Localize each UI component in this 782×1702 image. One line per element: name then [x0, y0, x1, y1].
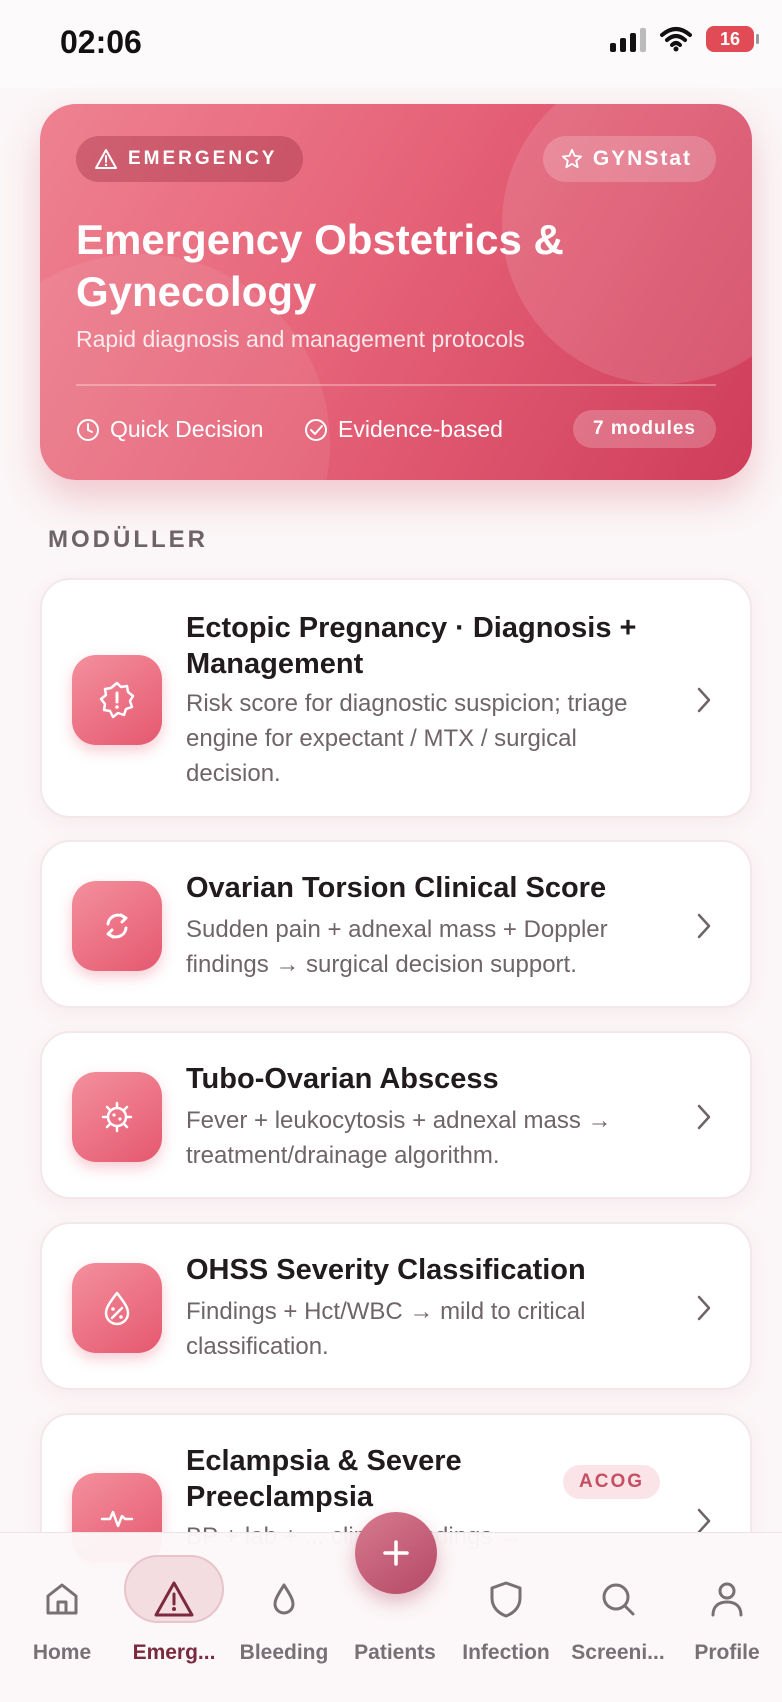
chevron-right-icon	[697, 687, 711, 713]
brand-badge[interactable]: GYNStat	[542, 136, 716, 182]
status-icons: 16	[610, 26, 759, 52]
module-card-ohss-severity[interactable]: OHSS Severity Classification Findings + …	[40, 1222, 752, 1390]
chevron-right-icon	[697, 1295, 711, 1321]
tab-label: Emerg...	[132, 1641, 216, 1664]
brand-label: GYNStat	[592, 147, 692, 170]
feature-evidence-based: Evidence-based	[304, 416, 503, 443]
modules-count-badge: 7 modules	[573, 410, 716, 448]
tab-profile[interactable]: Profile	[672, 1533, 782, 1683]
person-icon	[707, 1573, 747, 1625]
module-description: Risk score for diagnostic suspicion; tri…	[186, 690, 628, 787]
tab-screening[interactable]: Screeni...	[562, 1533, 674, 1683]
search-icon	[598, 1573, 638, 1625]
plus-icon	[383, 1540, 409, 1566]
chevron-right-icon	[697, 913, 711, 939]
feature-label: Quick Decision	[110, 416, 264, 442]
rotate-arrows-icon	[72, 881, 162, 971]
emergency-badge-label: EMERGENCY	[128, 148, 278, 169]
signal-icon	[610, 26, 646, 52]
warning-icon	[95, 149, 117, 169]
wifi-icon	[660, 27, 692, 52]
check-circle-icon	[305, 418, 327, 441]
tab-home[interactable]: Home	[6, 1533, 118, 1683]
alert-badge-icon	[72, 655, 162, 745]
module-title: Ovarian Torsion Clinical Score	[186, 872, 607, 904]
add-patient-button[interactable]	[355, 1512, 437, 1594]
page-title: Emergency Obstetrics & Gynecology	[76, 216, 564, 315]
section-label: MODÜLLER	[48, 526, 208, 553]
tab-label: Infection	[462, 1641, 550, 1664]
droplet-percent-icon	[72, 1263, 162, 1353]
module-description: Fever + leukocytosis + adnexal mass → tr…	[186, 1107, 612, 1169]
droplet-icon	[270, 1573, 298, 1625]
tab-label: Bleeding	[239, 1641, 329, 1664]
module-card-ovarian-torsion[interactable]: Ovarian Torsion Clinical Score Sudden pa…	[40, 840, 752, 1008]
module-title: Eclampsia & Severe Preeclampsia	[186, 1445, 462, 1513]
acog-tag: ACOG	[563, 1465, 660, 1499]
module-card-ectopic-pregnancy[interactable]: Ectopic Pregnancy · Diagnosis + Manageme…	[40, 578, 752, 818]
clock-icon	[77, 418, 99, 441]
module-title: Ectopic Pregnancy · Diagnosis + Manageme…	[186, 612, 637, 680]
warning-icon	[152, 1573, 196, 1625]
tab-label: Screeni...	[571, 1641, 665, 1664]
feature-quick-decision: Quick Decision	[76, 416, 263, 443]
bacteria-icon	[72, 1072, 162, 1162]
tab-label: Home	[32, 1641, 92, 1664]
divider	[76, 384, 716, 386]
star-icon	[561, 148, 582, 169]
module-description: Findings + Hct/WBC → mild to critical cl…	[186, 1298, 586, 1360]
home-icon	[42, 1573, 82, 1625]
battery-indicator: 16	[706, 26, 759, 52]
emergency-badge: EMERGENCY	[76, 136, 304, 182]
tab-emergency[interactable]: Emerg...	[118, 1533, 230, 1683]
module-title: Tubo-Ovarian Abscess	[186, 1063, 499, 1095]
hero-card: EMERGENCY GYNStat Emergency Obstetrics &…	[40, 104, 752, 480]
page-subtitle: Rapid diagnosis and management protocols	[76, 326, 525, 352]
tab-infection[interactable]: Infection	[450, 1533, 562, 1683]
status-time: 02:06	[60, 24, 142, 60]
chevron-right-icon	[697, 1508, 711, 1534]
tab-label: Profile	[694, 1641, 760, 1664]
tab-label: Patients	[354, 1641, 436, 1664]
feature-label: Evidence-based	[338, 416, 503, 442]
chevron-right-icon	[697, 1104, 711, 1130]
status-bar: 02:06 16	[0, 0, 782, 88]
tab-bleeding[interactable]: Bleeding	[228, 1533, 340, 1683]
module-card-tubo-ovarian-abscess[interactable]: Tubo-Ovarian Abscess Fever + leukocytosi…	[40, 1031, 752, 1199]
module-title: OHSS Severity Classification	[186, 1254, 586, 1286]
module-description: Sudden pain + adnexal mass + Doppler fin…	[186, 916, 608, 978]
shield-icon	[488, 1573, 524, 1625]
